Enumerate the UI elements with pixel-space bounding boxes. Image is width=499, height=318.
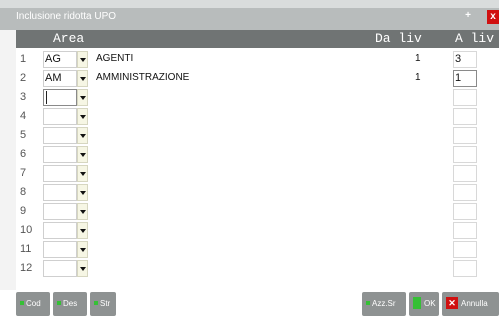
table-row: 10 — [16, 221, 499, 240]
area-description: AGENTI — [96, 53, 134, 64]
green-square-icon — [413, 296, 421, 309]
area-code-input[interactable] — [43, 89, 77, 106]
a-liv-input[interactable] — [453, 203, 477, 220]
row-number: 10 — [20, 224, 33, 236]
window-titlebar: Inclusione ridotta UPO + x — [0, 0, 499, 30]
chevron-down-icon[interactable] — [77, 70, 88, 87]
da-liv-value: 1 — [415, 53, 421, 64]
chevron-down-icon[interactable] — [77, 146, 88, 163]
a-liv-input[interactable] — [453, 165, 477, 182]
chevron-down-icon[interactable] — [77, 165, 88, 182]
cod-label: Cod — [26, 299, 41, 308]
a-liv-input[interactable] — [453, 108, 477, 125]
table-row: 9 — [16, 202, 499, 221]
a-liv-input[interactable] — [453, 89, 477, 106]
area-code-input[interactable]: AG — [43, 51, 77, 68]
chevron-down-icon[interactable] — [77, 89, 88, 106]
a-liv-input[interactable] — [453, 127, 477, 144]
da-liv-value: 1 — [415, 72, 421, 83]
text-cursor — [46, 91, 47, 104]
green-square-icon — [366, 300, 370, 305]
ok-button[interactable]: OK — [409, 292, 439, 316]
row-number: 12 — [20, 262, 33, 274]
table-row: 12 — [16, 259, 499, 278]
close-icon: ✕ — [446, 296, 458, 309]
chevron-down-icon[interactable] — [77, 203, 88, 220]
row-number: 8 — [20, 186, 27, 198]
des-label: Des — [63, 299, 78, 308]
azz-sr-button[interactable]: Azz.Sr — [362, 292, 406, 316]
area-code-input[interactable] — [43, 203, 77, 220]
a-liv-input[interactable] — [453, 241, 477, 258]
chevron-down-icon[interactable] — [77, 108, 88, 125]
green-square-icon — [94, 300, 98, 305]
header-a-liv: A liv — [455, 31, 495, 46]
green-square-icon — [20, 300, 24, 305]
row-number: 4 — [20, 110, 27, 122]
close-icon[interactable]: x — [487, 10, 499, 24]
ok-label: OK — [424, 299, 436, 308]
area-code-input[interactable] — [43, 127, 77, 144]
row-number: 2 — [20, 72, 27, 84]
header-da-liv: Da liv — [375, 31, 422, 46]
des-button[interactable]: Des — [53, 292, 87, 316]
area-description: AMMINISTRAZIONE — [96, 72, 190, 83]
area-code-input[interactable] — [43, 146, 77, 163]
maximize-icon[interactable]: + — [462, 10, 474, 22]
left-sidebar — [0, 30, 16, 290]
row-number: 11 — [20, 243, 32, 255]
green-square-icon — [57, 300, 61, 305]
a-liv-input[interactable]: 3 — [453, 51, 477, 68]
area-code-input[interactable] — [43, 222, 77, 239]
chevron-down-icon[interactable] — [77, 260, 88, 277]
cod-button[interactable]: Cod — [16, 292, 50, 316]
table-row: 5 — [16, 126, 499, 145]
annulla-label: Annulla — [461, 299, 488, 308]
row-number: 5 — [20, 129, 27, 141]
header-area: Area — [53, 31, 85, 46]
area-code-input[interactable] — [43, 108, 77, 125]
row-number: 1 — [20, 53, 27, 65]
area-code-input[interactable] — [43, 241, 77, 258]
table-row: 6 — [16, 145, 499, 164]
table-row: 4 — [16, 107, 499, 126]
a-liv-input[interactable] — [453, 146, 477, 163]
row-number: 7 — [20, 167, 27, 179]
annulla-button[interactable]: ✕ Annulla — [442, 292, 499, 316]
footer-toolbar: Cod Des Str Azz.Sr OK ✕ Annulla — [0, 290, 499, 318]
area-code-input[interactable] — [43, 165, 77, 182]
a-liv-input[interactable]: 1 — [453, 70, 477, 87]
chevron-down-icon[interactable] — [77, 222, 88, 239]
chevron-down-icon[interactable] — [77, 51, 88, 68]
str-label: Str — [100, 299, 111, 308]
area-code-input[interactable] — [43, 260, 77, 277]
str-button[interactable]: Str — [90, 292, 116, 316]
table-row: 3 — [16, 88, 499, 107]
chevron-down-icon[interactable] — [77, 127, 88, 144]
row-number: 6 — [20, 148, 27, 160]
table-row: 11 — [16, 240, 499, 259]
table-row: 7 — [16, 164, 499, 183]
chevron-down-icon[interactable] — [77, 241, 88, 258]
row-number: 9 — [20, 205, 27, 217]
table-row: 1 AG AGENTI 1 3 — [16, 50, 499, 69]
azz-sr-label: Azz.Sr — [372, 299, 396, 308]
table-row: 8 — [16, 183, 499, 202]
window-title: Inclusione ridotta UPO — [16, 11, 117, 22]
area-code-input[interactable] — [43, 184, 77, 201]
area-code-input[interactable]: AM — [43, 70, 77, 87]
grid-header: Area Da liv A liv — [16, 30, 499, 48]
table-row: 2 AM AMMINISTRAZIONE 1 1 — [16, 69, 499, 88]
a-liv-input[interactable] — [453, 184, 477, 201]
row-number: 3 — [20, 91, 27, 103]
a-liv-input[interactable] — [453, 222, 477, 239]
chevron-down-icon[interactable] — [77, 184, 88, 201]
a-liv-input[interactable] — [453, 260, 477, 277]
